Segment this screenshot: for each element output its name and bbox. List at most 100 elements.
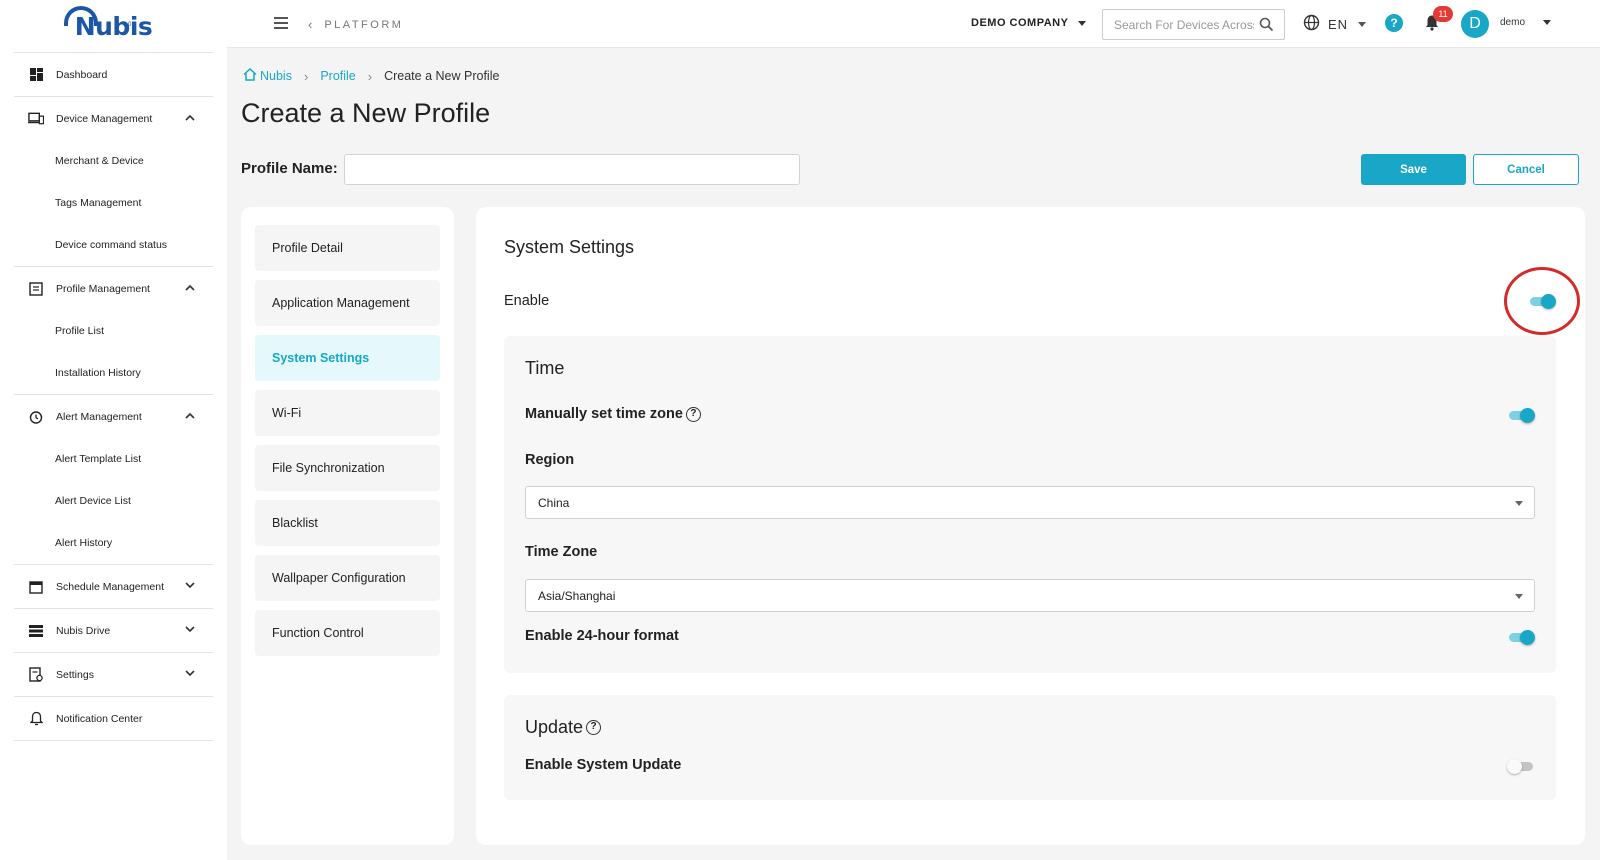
home-icon[interactable]: [243, 67, 257, 84]
sidebar-item-dashboard[interactable]: Dashboard: [14, 53, 213, 96]
dropdown-arrow-icon: [1515, 594, 1523, 599]
profile-icon: [28, 281, 44, 297]
timezone-value: Asia/Shanghai: [538, 588, 616, 603]
region-select[interactable]: China: [525, 486, 1535, 519]
language-selector[interactable]: EN: [1303, 14, 1367, 34]
alarm-clock-icon: [28, 409, 44, 425]
update-title-text: Update: [525, 717, 584, 737]
avatar[interactable]: D: [1461, 10, 1489, 38]
save-button[interactable]: Save: [1361, 154, 1466, 185]
system-settings-panel: System Settings Enable Time Manually set…: [476, 207, 1585, 845]
profile-name-input[interactable]: [344, 154, 800, 185]
enable-label: Enable: [504, 293, 550, 309]
sidebar: Nubis 1.0 Dashboard Device Management Me…: [0, 0, 227, 860]
nav-item-application-management[interactable]: Application Management: [255, 280, 440, 326]
manual-timezone-toggle[interactable]: [1507, 407, 1535, 423]
chevron-up-icon[interactable]: [185, 282, 195, 294]
breadcrumb-current: Create a New Profile: [384, 69, 500, 83]
sidebar-item-profile-management[interactable]: Profile Management: [14, 267, 213, 310]
toggle-thumb: [1507, 759, 1522, 774]
time-card: Time Manually set time zone ? Region Chi…: [504, 336, 1556, 673]
sidebar-item-label: Notification Center: [56, 712, 143, 725]
sidebar-subitem-profile-list[interactable]: Profile List: [14, 310, 213, 352]
breadcrumb-profile[interactable]: Profile: [320, 69, 355, 83]
company-selector[interactable]: DEMO COMPANY: [971, 17, 1087, 29]
nav-item-blacklist[interactable]: Blacklist: [255, 500, 440, 546]
toggle-thumb: [1520, 408, 1535, 423]
company-name: DEMO COMPANY: [971, 17, 1069, 29]
notification-count-badge: 11: [1433, 6, 1453, 22]
device-search: [1102, 9, 1285, 40]
chevron-up-icon[interactable]: [185, 410, 195, 422]
sidebar-item-label: Device Management: [56, 112, 153, 125]
nav-item-system-settings[interactable]: System Settings: [255, 335, 440, 381]
language-code: EN: [1328, 16, 1349, 32]
chevron-up-icon[interactable]: [185, 112, 195, 124]
breadcrumb-home[interactable]: Nubis: [260, 69, 292, 83]
section-title: System Settings: [504, 237, 635, 257]
chevron-down-icon[interactable]: [185, 668, 195, 680]
system-update-label: Enable System Update: [525, 757, 682, 773]
dashboard-icon: [28, 67, 44, 83]
chevron-down-icon[interactable]: [185, 624, 195, 636]
sidebar-item-label: Alert Management: [56, 410, 142, 423]
top-bar: ‹ PLATFORM DEMO COMPANY EN ? 11 D demo: [227, 0, 1600, 48]
sidebar-subitem-alert-history[interactable]: Alert History: [14, 522, 213, 564]
time-title: Time: [525, 358, 565, 378]
sidebar-subitem-alert-device-list[interactable]: Alert Device List: [14, 480, 213, 522]
sidebar-item-schedule-management[interactable]: Schedule Management: [14, 565, 213, 608]
sidebar-item-nubis-drive[interactable]: Nubis Drive: [14, 609, 213, 652]
search-input[interactable]: [1114, 17, 1254, 32]
nubis-logo[interactable]: Nubis 1.0: [0, 0, 227, 52]
caret-down-icon: [1543, 20, 1552, 25]
toggle-thumb: [1520, 630, 1535, 645]
nav-item-wallpaper-configuration[interactable]: Wallpaper Configuration: [255, 555, 440, 601]
storage-icon: [28, 623, 44, 639]
question-circle-icon[interactable]: ?: [586, 720, 602, 735]
sidebar-subitem-tags-management[interactable]: Tags Management: [14, 182, 213, 224]
platform-label: PLATFORM: [324, 18, 404, 31]
calendar-icon: [28, 579, 44, 595]
format24-label: Enable 24-hour format: [525, 628, 679, 644]
sidebar-item-label: Profile Management: [56, 282, 150, 295]
search-icon[interactable]: [1259, 17, 1274, 37]
bell-outline-icon: [28, 711, 44, 727]
platform-back-link[interactable]: ‹ PLATFORM: [308, 17, 403, 32]
logo-cloud-icon: [64, 6, 98, 26]
sidebar-subitem-alert-template-list[interactable]: Alert Template List: [14, 438, 213, 480]
format24-toggle[interactable]: [1507, 629, 1535, 645]
sidebar-item-notification-center[interactable]: Notification Center: [14, 697, 213, 740]
username: demo: [1500, 17, 1526, 28]
chevron-down-icon[interactable]: [185, 580, 195, 592]
sidebar-subitem-merchant-device[interactable]: Merchant & Device: [14, 140, 213, 182]
sidebar-item-label: Nubis Drive: [56, 624, 111, 637]
system-update-toggle[interactable]: [1507, 758, 1535, 774]
region-value: China: [538, 495, 570, 510]
user-menu[interactable]: demo: [1500, 17, 1552, 28]
sidebar-item-alert-management[interactable]: Alert Management: [14, 395, 213, 438]
sidebar-item-label: Dashboard: [56, 68, 108, 81]
chevron-right-icon: ›: [303, 68, 309, 84]
sidebar-subitem-installation-history[interactable]: Installation History: [14, 352, 213, 394]
question-circle-icon[interactable]: ?: [685, 406, 701, 422]
nav-item-function-control[interactable]: Function Control: [255, 610, 440, 656]
dropdown-arrow-icon: [1515, 501, 1523, 506]
region-label: Region: [525, 452, 575, 468]
caret-down-icon: [1358, 21, 1367, 27]
profile-section-nav: Profile Detail Application Management Sy…: [241, 207, 454, 845]
devices-icon: [28, 111, 44, 127]
sidebar-subitem-device-command-status[interactable]: Device command status: [14, 224, 213, 266]
timezone-select[interactable]: Asia/Shanghai: [525, 579, 1535, 612]
cancel-button[interactable]: Cancel: [1473, 154, 1579, 185]
menu-icon[interactable]: [274, 17, 288, 29]
nav-item-file-synchronization[interactable]: File Synchronization: [255, 445, 440, 491]
breadcrumb: Nubis › Profile › Create a New Profile: [243, 67, 500, 84]
sidebar-item-device-management[interactable]: Device Management: [14, 97, 213, 140]
nav-item-profile-detail[interactable]: Profile Detail: [255, 225, 440, 271]
highlight-circle-annotation: [1504, 267, 1580, 335]
sidebar-item-label: Settings: [56, 668, 94, 681]
sidebar-item-settings[interactable]: Settings: [14, 653, 213, 696]
nav-item-wifi[interactable]: Wi-Fi: [255, 390, 440, 436]
timezone-label: Time Zone: [525, 544, 598, 560]
help-icon[interactable]: ?: [1385, 14, 1403, 32]
